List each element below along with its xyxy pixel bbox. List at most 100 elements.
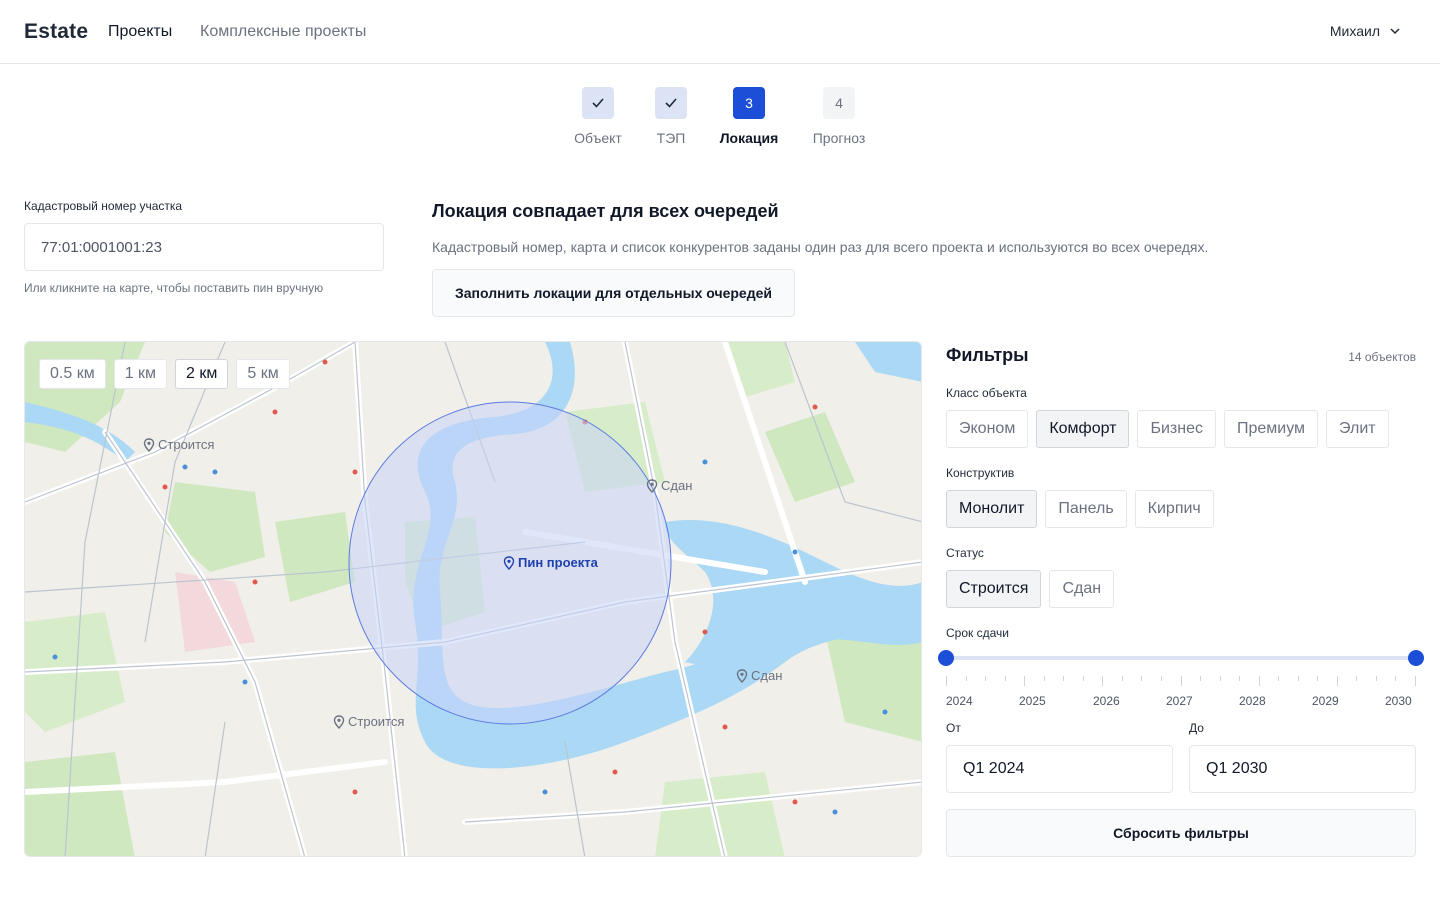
slider-track <box>946 656 1416 660</box>
location-description: Кадастровый номер, карта и список конкур… <box>432 239 1209 255</box>
slider-thumb-min[interactable] <box>938 650 954 666</box>
chip-building[interactable]: Строится <box>946 570 1042 608</box>
reset-filters-button[interactable]: Сбросить фильтры <box>946 809 1416 857</box>
slider-tick <box>1004 676 1006 681</box>
chip-elite[interactable]: Элит <box>1326 410 1389 448</box>
to-input[interactable] <box>1189 745 1416 793</box>
nav-complex-projects[interactable]: Комплексные проекты <box>200 23 366 41</box>
user-menu[interactable]: Михаил <box>1330 23 1400 39</box>
year-label: 2029 <box>1312 694 1339 708</box>
radius-1km[interactable]: 1 км <box>113 359 168 389</box>
radius-5km[interactable]: 5 км <box>236 359 290 389</box>
check-icon <box>582 87 614 119</box>
project-pin[interactable]: Пин проекта <box>503 555 598 570</box>
radius-2km[interactable]: 2 км <box>175 359 229 389</box>
slider-ticks <box>946 676 1416 686</box>
check-icon <box>655 87 687 119</box>
construct-chips: Монолит Панель Кирпич <box>946 490 1214 528</box>
radius-selector: 0.5 км 1 км 2 км 5 км <box>39 359 290 389</box>
slider-tick <box>1063 676 1065 681</box>
slider-tick <box>1043 676 1045 681</box>
slider-tick <box>1375 676 1377 681</box>
slider-tick <box>1121 676 1123 681</box>
status-chips: Строится Сдан <box>946 570 1115 608</box>
year-label: 2027 <box>1166 694 1193 708</box>
slider-tick <box>1297 676 1299 681</box>
step-label: Локация <box>719 130 779 146</box>
year-label: 2028 <box>1239 694 1266 708</box>
from-label: От <box>946 721 961 735</box>
chip-panel[interactable]: Панель <box>1045 490 1127 528</box>
slider-tick <box>1102 676 1104 686</box>
chip-monolith[interactable]: Монолит <box>946 490 1038 528</box>
brand-logo[interactable]: Estate <box>24 20 88 44</box>
chip-delivered[interactable]: Сдан <box>1049 570 1115 608</box>
slider-tick <box>1200 676 1202 681</box>
chip-premium[interactable]: Премиум <box>1223 410 1319 448</box>
marker-label: Сдан <box>751 668 783 683</box>
competitor-marker[interactable]: Строится <box>143 437 214 452</box>
class-label: Класс объекта <box>946 386 1027 400</box>
chip-brick[interactable]: Кирпич <box>1134 490 1214 528</box>
map-tiles <box>25 342 921 856</box>
map-pin-icon <box>736 668 748 683</box>
step-number: 4 <box>823 87 855 119</box>
slider-tick <box>1160 676 1162 681</box>
chip-comfort[interactable]: Комфорт <box>1036 410 1130 448</box>
slider-tick <box>1336 676 1338 686</box>
from-input[interactable] <box>946 745 1173 793</box>
deadline-range-slider[interactable] <box>938 650 1424 666</box>
cadastre-input[interactable] <box>24 223 384 271</box>
slider-tick <box>1415 676 1416 686</box>
construct-label: Конструктив <box>946 466 1015 480</box>
radius-0-5km[interactable]: 0.5 км <box>39 359 106 389</box>
marker-label: Строится <box>348 714 405 729</box>
filters-title: Фильтры <box>946 345 1029 365</box>
slider-tick <box>1395 676 1397 681</box>
slider-thumb-max[interactable] <box>1408 650 1424 666</box>
slider-tick <box>1180 676 1182 686</box>
cadastre-label: Кадастровый номер участка <box>24 199 183 213</box>
step-location[interactable]: 3 Локация <box>699 87 799 146</box>
year-label: 2030 <box>1385 694 1412 708</box>
year-label: 2026 <box>1093 694 1120 708</box>
nav-projects[interactable]: Проекты <box>108 23 172 41</box>
step-forecast[interactable]: 4 Прогноз <box>789 87 889 146</box>
map-pin-icon <box>143 437 155 452</box>
slider-tick <box>1239 676 1241 681</box>
user-name: Михаил <box>1329 23 1380 39</box>
cadastre-hint: Или кликните на карте, чтобы поставить п… <box>24 281 324 295</box>
chevron-down-icon <box>1390 28 1400 35</box>
year-label: 2025 <box>1019 694 1046 708</box>
slider-tick <box>1278 676 1280 681</box>
chip-business[interactable]: Бизнес <box>1137 410 1216 448</box>
slider-tick <box>1356 676 1358 681</box>
fill-locations-button[interactable]: Заполнить локации для отдельных очередей <box>432 269 795 317</box>
to-label: До <box>1189 721 1204 735</box>
location-title: Локация совпадает для всех очередей <box>432 201 779 221</box>
class-chips: Эконом Комфорт Бизнес Премиум Элит <box>946 410 1389 448</box>
slider-tick <box>1024 676 1026 686</box>
competitor-marker[interactable]: Сдан <box>736 668 782 683</box>
step-label: Прогноз <box>812 130 866 146</box>
step-number: 3 <box>733 87 765 119</box>
slider-tick <box>1141 676 1143 681</box>
slider-tick <box>946 676 947 686</box>
filters-count: 14 объектов <box>1348 350 1416 364</box>
slider-tick <box>985 676 987 681</box>
competitor-marker[interactable]: Сдан <box>646 478 692 493</box>
competitor-marker[interactable]: Строится <box>333 714 404 729</box>
map-pin-icon <box>503 555 515 570</box>
slider-tick <box>1219 676 1221 681</box>
slider-tick <box>965 676 967 681</box>
slider-tick <box>1317 676 1319 681</box>
marker-label: Сдан <box>661 478 693 493</box>
year-label: 2024 <box>946 694 973 708</box>
status-label: Статус <box>946 546 984 560</box>
top-navbar: Estate Проекты Комплексные проекты Михаи… <box>0 0 1440 64</box>
marker-label: Пин проекта <box>518 555 598 570</box>
deadline-label: Срок сдачи <box>946 626 1009 640</box>
map[interactable]: 0.5 км 1 км 2 км 5 км Пин проекта Строит… <box>24 341 922 857</box>
chip-econom[interactable]: Эконом <box>946 410 1029 448</box>
map-pin-icon <box>333 714 345 729</box>
